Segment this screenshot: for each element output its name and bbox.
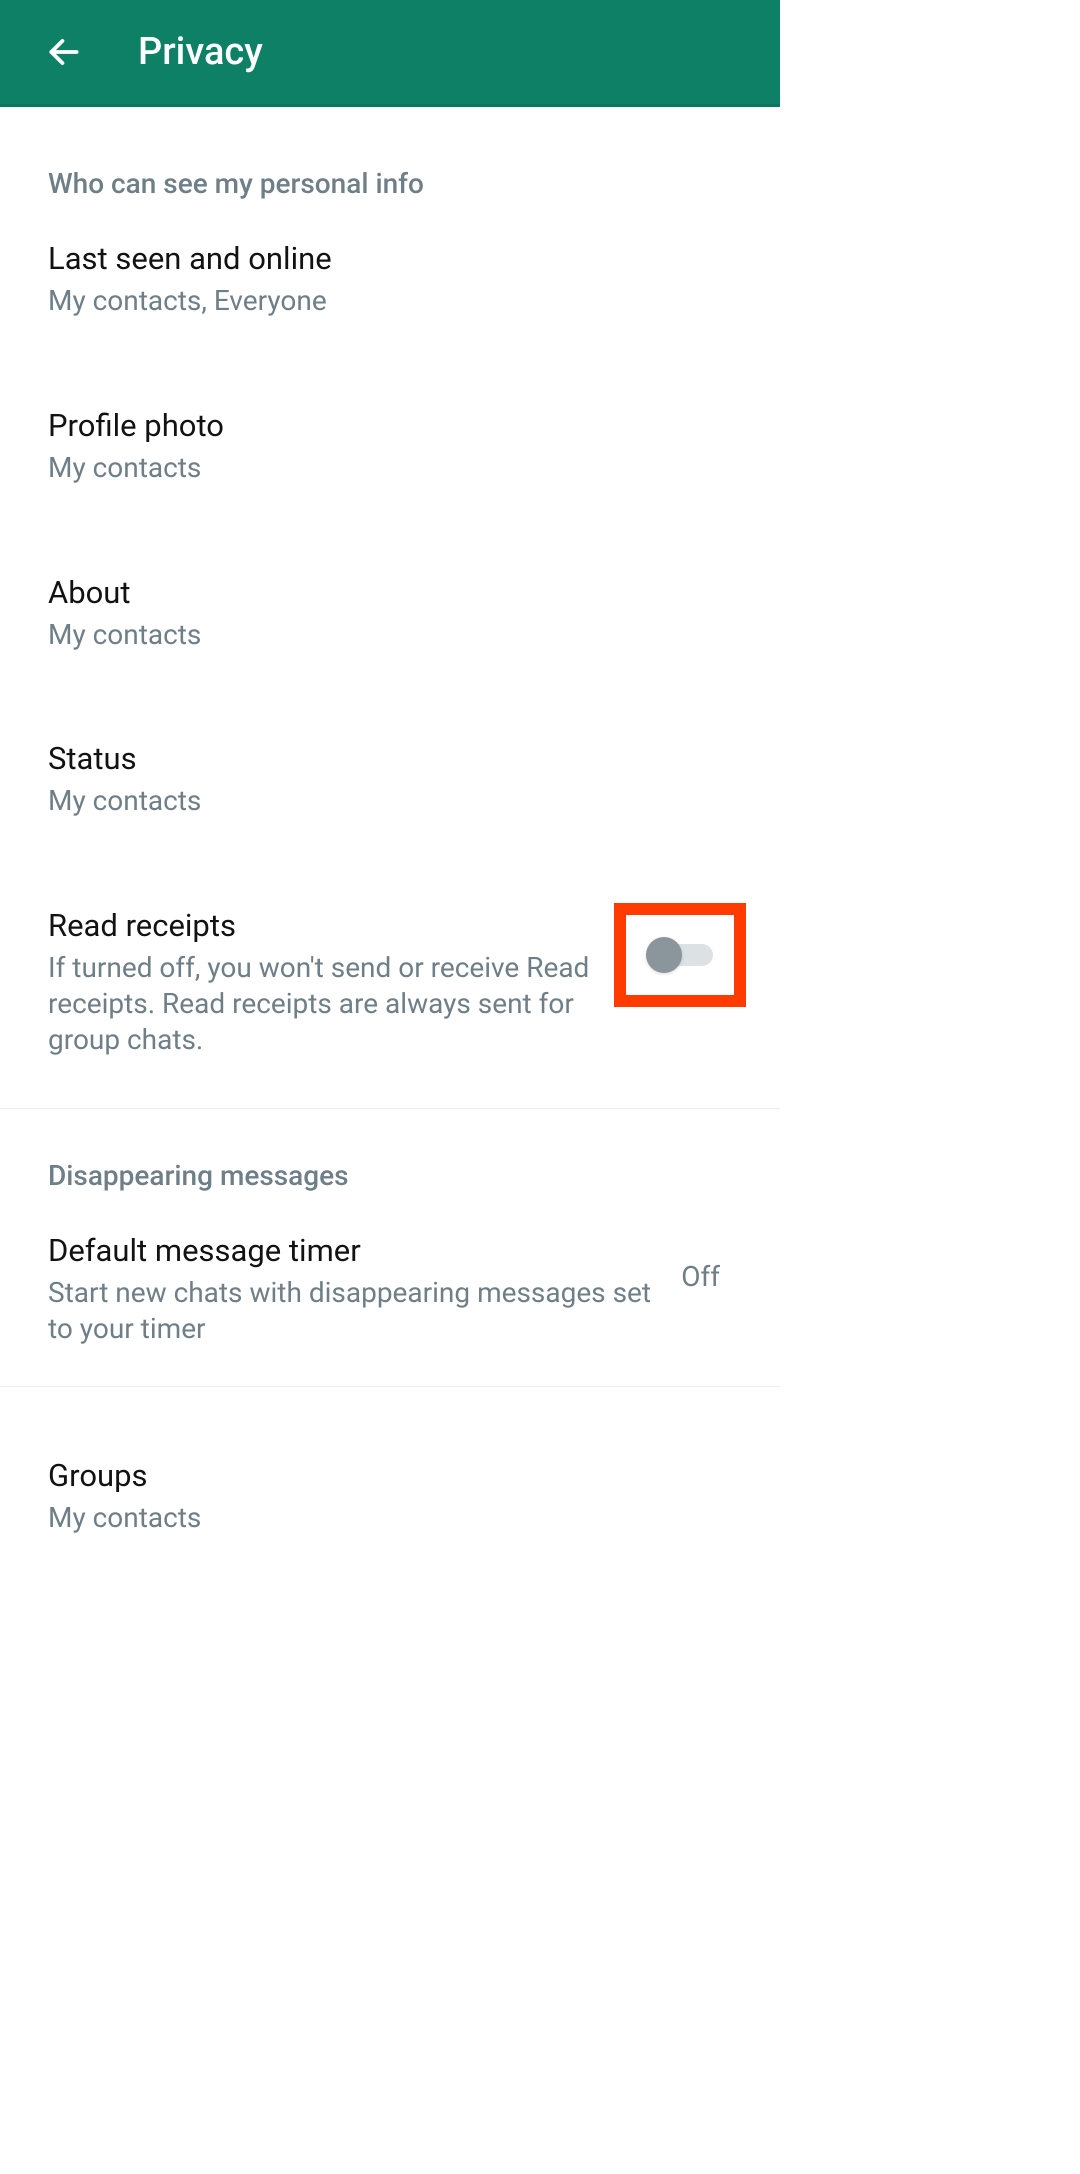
row-subtitle: If turned off, you won't send or receive… [48, 950, 594, 1057]
row-read-receipts[interactable]: Read receipts If turned off, you won't s… [0, 877, 780, 1087]
app-header: Privacy [0, 0, 780, 107]
row-profile-photo[interactable]: Profile photo My contacts [0, 377, 780, 516]
row-subtitle: My contacts [48, 1500, 712, 1536]
read-receipts-toggle[interactable] [644, 940, 716, 970]
row-title: Profile photo [48, 407, 712, 444]
section-header-personal-info: Who can see my personal info [0, 117, 780, 210]
row-last-seen[interactable]: Last seen and online My contacts, Everyo… [0, 210, 780, 349]
row-title: Status [48, 740, 712, 777]
row-title: Groups [48, 1457, 712, 1494]
row-subtitle: My contacts, Everyone [48, 283, 712, 319]
back-icon[interactable] [42, 30, 86, 74]
row-subtitle: My contacts [48, 783, 712, 819]
row-value: Off [681, 1260, 720, 1293]
section-header-disappearing: Disappearing messages [0, 1109, 780, 1202]
row-title: About [48, 574, 712, 611]
row-title: Default message timer [48, 1232, 661, 1269]
row-status[interactable]: Status My contacts [0, 710, 780, 849]
row-groups[interactable]: Groups My contacts [0, 1427, 780, 1566]
row-subtitle: Start new chats with disappearing messag… [48, 1275, 661, 1347]
row-about[interactable]: About My contacts [0, 544, 780, 683]
row-title: Read receipts [48, 907, 594, 944]
blank-region [780, 0, 1080, 1560]
highlight-box [614, 903, 746, 1007]
row-subtitle: My contacts [48, 617, 712, 653]
blank-region [0, 1560, 1080, 2174]
row-default-timer[interactable]: Default message timer Start new chats wi… [0, 1202, 780, 1377]
row-subtitle: My contacts [48, 450, 712, 486]
page-title: Privacy [138, 30, 263, 74]
row-title: Last seen and online [48, 240, 712, 277]
